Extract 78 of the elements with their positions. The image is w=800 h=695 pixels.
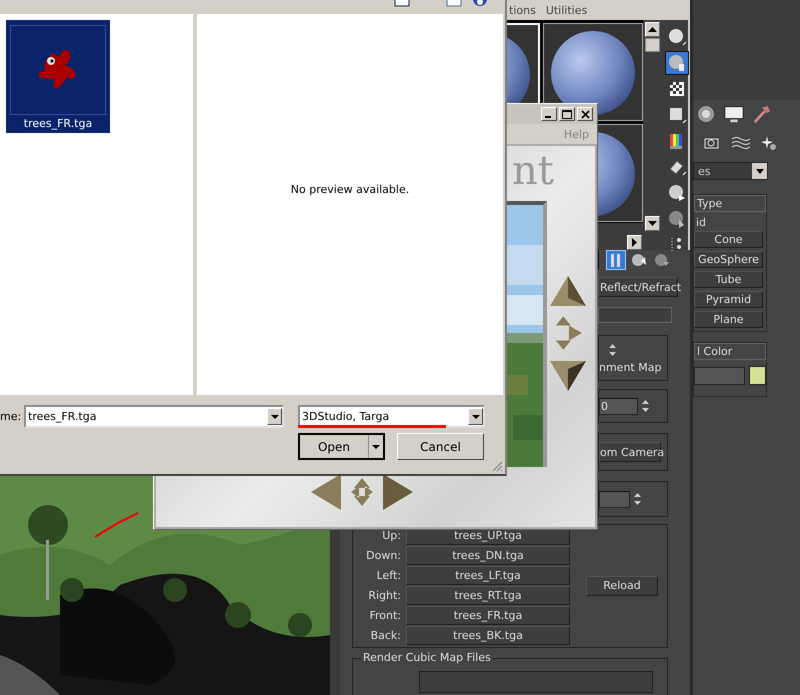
scroll-down-button[interactable] xyxy=(645,216,660,232)
file-button[interactable]: trees_BK.tga xyxy=(406,626,570,646)
close-icon xyxy=(580,110,590,118)
object-type-button[interactable]: Tube xyxy=(694,271,763,288)
hammer-icon[interactable] xyxy=(751,104,773,124)
file-button[interactable]: trees_RT.tga xyxy=(406,586,570,606)
object-type-button[interactable]: Pyramid xyxy=(694,291,763,308)
diamond-arrows-icon[interactable] xyxy=(554,316,582,350)
down-arrow-icon[interactable] xyxy=(550,361,586,391)
down-arrow-icon xyxy=(648,221,657,226)
maximize-icon xyxy=(562,110,572,118)
group-label: id xyxy=(695,215,708,231)
caret-icon xyxy=(756,168,764,174)
left-arrow-icon[interactable] xyxy=(311,474,341,510)
file-type-combo[interactable]: 3DStudio, Targa xyxy=(298,405,485,428)
color-swatch[interactable] xyxy=(748,366,766,385)
number-field[interactable] xyxy=(599,490,630,508)
logo-text: nt xyxy=(512,148,554,194)
group-title: l Color xyxy=(694,343,766,360)
spinner-arrows-icon[interactable] xyxy=(633,491,642,507)
spinner-arrows-icon[interactable] xyxy=(641,398,650,414)
face-label: Up: xyxy=(381,529,401,542)
ball-icon xyxy=(667,183,687,203)
target-icon[interactable] xyxy=(695,104,717,124)
sphere-icon xyxy=(667,53,687,73)
monitor-icon[interactable] xyxy=(723,104,745,124)
preview-message: No preview available. xyxy=(290,183,410,196)
up-arrow-icon[interactable] xyxy=(550,276,586,306)
open-button[interactable]: Open xyxy=(298,433,385,460)
file-thumbnail[interactable]: trees_FR.tga xyxy=(6,20,110,133)
up-arrow-icon xyxy=(648,26,657,32)
caret-icon xyxy=(270,414,278,418)
square-icon xyxy=(667,105,687,125)
file-button[interactable]: trees_FR.tga xyxy=(406,606,570,626)
ball-icon xyxy=(631,252,647,268)
sphere-icon xyxy=(667,27,687,47)
number-field[interactable]: 0 xyxy=(599,398,638,414)
reload-button[interactable]: Reload xyxy=(586,576,658,596)
face-label: Left: xyxy=(376,569,401,582)
checker-icon xyxy=(667,79,687,99)
file-button[interactable]: trees_LF.tga xyxy=(406,566,570,586)
close-button[interactable] xyxy=(577,107,593,121)
caret-icon xyxy=(372,444,380,448)
spinner-arrows-icon[interactable] xyxy=(608,342,617,358)
play-icon xyxy=(632,238,637,248)
file-name-label: me: xyxy=(0,410,22,423)
tool-button[interactable] xyxy=(665,51,689,75)
file-button[interactable]: trees_DN.tga xyxy=(406,546,570,566)
scroll-thumb[interactable] xyxy=(645,38,660,52)
right-arrow-icon[interactable] xyxy=(383,474,413,510)
option-label: nment Map xyxy=(599,361,662,374)
object-type-button[interactable]: GeoSphere xyxy=(694,251,763,268)
group-title: Type xyxy=(694,195,766,212)
face-label: Back: xyxy=(370,629,401,642)
resize-grip-icon[interactable] xyxy=(491,460,503,472)
scroll-up-button[interactable] xyxy=(645,22,660,37)
ball-icon xyxy=(667,209,687,229)
name-field[interactable] xyxy=(694,366,745,384)
cancel-button[interactable]: Cancel xyxy=(397,433,484,460)
camera-button[interactable]: om Camera xyxy=(599,442,661,462)
face-label: Right: xyxy=(367,589,401,602)
waves-icon[interactable] xyxy=(731,135,751,151)
face-label: Down: xyxy=(365,549,401,562)
face-label: Front: xyxy=(368,609,401,622)
ball-icon xyxy=(654,252,670,268)
caret-icon xyxy=(472,414,480,418)
object-type-button[interactable]: Plane xyxy=(694,311,763,328)
category-dropdown[interactable]: es xyxy=(693,162,768,180)
maximize-button[interactable] xyxy=(559,107,575,121)
object-type-button[interactable]: Cone xyxy=(694,231,763,248)
sparkle-icon[interactable] xyxy=(759,135,779,151)
material-slot[interactable] xyxy=(543,23,643,121)
file-name-combo[interactable]: trees_FR.tga xyxy=(24,405,284,428)
menu-item[interactable]: tions xyxy=(509,4,536,16)
minimize-button[interactable] xyxy=(541,107,557,121)
group-title: Render Cubic Map Files xyxy=(361,650,493,664)
menu-item[interactable]: Utilities xyxy=(546,4,588,16)
play-button[interactable] xyxy=(627,235,642,250)
